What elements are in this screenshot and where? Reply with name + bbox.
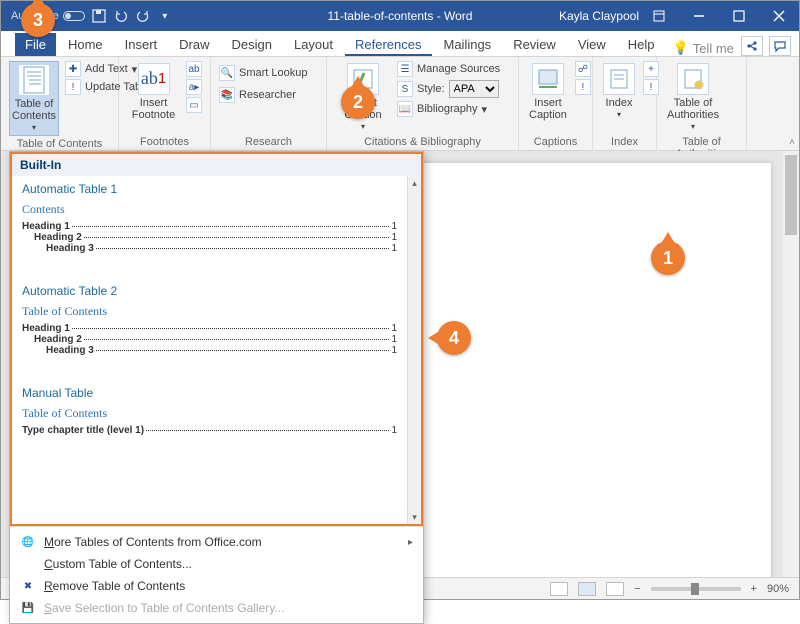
- zoom-out-button[interactable]: −: [634, 583, 640, 595]
- tab-draw[interactable]: Draw: [169, 33, 219, 56]
- group-label: Table of Contents: [9, 136, 110, 150]
- vertical-scrollbar[interactable]: [783, 151, 799, 577]
- gallery-item-auto2[interactable]: Automatic Table 2 Table of Contents Head…: [12, 278, 407, 366]
- minimize-button[interactable]: [679, 1, 719, 31]
- group-label: Captions: [527, 134, 584, 148]
- insert-endnote-button[interactable]: ab: [186, 61, 202, 77]
- table-of-contents-button[interactable]: Table of Contents ▾: [9, 61, 59, 136]
- zoom-slider[interactable]: [651, 587, 741, 591]
- tell-me-search[interactable]: 💡 Tell me: [673, 40, 734, 56]
- toc-gallery-dropdown: Built-In ▴▾ Automatic Table 1 Contents H…: [9, 151, 424, 624]
- document-title: 11-table-of-contents - Word: [328, 9, 473, 23]
- account-name[interactable]: Kayla Claypool: [559, 9, 639, 23]
- gallery-header: Built-In: [10, 152, 423, 176]
- researcher-button[interactable]: 📚Researcher: [219, 87, 307, 103]
- next-footnote-button[interactable]: a▸: [186, 79, 202, 95]
- callout-3: 3: [21, 3, 55, 37]
- tab-mailings[interactable]: Mailings: [434, 33, 502, 56]
- add-text-icon: ✚: [65, 61, 81, 77]
- toc-icon: [18, 64, 50, 96]
- style-icon: S: [397, 81, 413, 97]
- caption-icon: [532, 63, 564, 95]
- tab-layout[interactable]: Layout: [284, 33, 343, 56]
- zoom-in-button[interactable]: +: [751, 583, 757, 595]
- tab-home[interactable]: Home: [58, 33, 113, 56]
- tab-design[interactable]: Design: [222, 33, 282, 56]
- gallery-item-manual[interactable]: Manual Table Table of Contents Type chap…: [12, 380, 407, 446]
- index-icon: [603, 63, 635, 95]
- redo-icon[interactable]: [135, 8, 151, 24]
- citation-style-select[interactable]: SStyle: APA: [397, 80, 500, 98]
- bibliography-icon: 📖: [397, 101, 413, 117]
- tab-references[interactable]: References: [345, 33, 431, 56]
- group-label: Index: [601, 134, 648, 148]
- endnote-icon: ab: [186, 61, 202, 77]
- gallery-item-auto1[interactable]: Automatic Table 1 Contents Heading 11 He…: [12, 176, 407, 264]
- globe-icon: 🌐: [20, 534, 36, 550]
- insert-caption-button[interactable]: Insert Caption: [527, 61, 569, 123]
- show-notes-icon: ▭: [186, 97, 202, 113]
- custom-toc-menuitem[interactable]: Custom Table of Contents...: [10, 553, 423, 575]
- gallery-menu: 🌐More Tables of Contents from Office.com…: [10, 526, 423, 623]
- book-icon: 📚: [219, 87, 235, 103]
- read-mode-icon[interactable]: [550, 582, 568, 596]
- group-label: Footnotes: [127, 134, 202, 148]
- tab-review[interactable]: Review: [503, 33, 566, 56]
- remove-icon: ✖: [20, 578, 36, 594]
- save-gallery-icon: 💾: [20, 600, 36, 616]
- manage-icon: ☰: [397, 61, 413, 77]
- insert-footnote-button[interactable]: ab1 Insert Footnote: [127, 61, 180, 123]
- close-button[interactable]: [759, 1, 799, 31]
- manage-sources-button[interactable]: ☰Manage Sources: [397, 61, 500, 77]
- comments-button[interactable]: [769, 36, 791, 56]
- blank-icon: [20, 556, 36, 572]
- ribbon-tabs: File Home Insert Draw Design Layout Refe…: [1, 31, 799, 57]
- index-button[interactable]: Index▾: [601, 61, 637, 122]
- next-footnote-icon: a▸: [186, 79, 202, 95]
- bibliography-button[interactable]: 📖Bibliography ▾: [397, 101, 500, 117]
- web-layout-icon[interactable]: [606, 582, 624, 596]
- update-caption-icon[interactable]: !: [575, 79, 591, 95]
- share-button[interactable]: [741, 36, 763, 56]
- footnote-icon: ab1: [138, 63, 170, 95]
- qat-more-icon[interactable]: ▾: [157, 8, 173, 24]
- maximize-button[interactable]: [719, 1, 759, 31]
- callout-1: 1: [651, 241, 685, 275]
- ribbon-display-icon[interactable]: [639, 1, 679, 31]
- collapse-ribbon-icon[interactable]: ˄: [789, 137, 795, 148]
- group-label: Citations & Bibliography: [335, 134, 510, 148]
- group-label: Research: [219, 134, 318, 148]
- more-toc-menuitem[interactable]: 🌐More Tables of Contents from Office.com…: [10, 531, 423, 553]
- save-icon[interactable]: [91, 8, 107, 24]
- zoom-level[interactable]: 90%: [767, 583, 789, 595]
- lightbulb-icon: 💡: [673, 40, 689, 56]
- print-layout-icon[interactable]: [578, 582, 596, 596]
- search-icon: 🔍: [219, 65, 235, 81]
- undo-icon[interactable]: [113, 8, 129, 24]
- remove-toc-menuitem[interactable]: ✖Remove Table of Contents: [10, 575, 423, 597]
- callout-2: 2: [341, 85, 375, 119]
- save-selection-menuitem: 💾Save Selection to Table of Contents Gal…: [10, 597, 423, 619]
- ribbon: Table of Contents ▾ ✚Add Text ▾ !Update …: [1, 57, 799, 151]
- tab-view[interactable]: View: [568, 33, 616, 56]
- show-notes-button[interactable]: ▭: [186, 97, 202, 113]
- update-icon: !: [65, 79, 81, 95]
- cross-ref-icon[interactable]: ☍: [575, 61, 591, 77]
- gallery-scrollbar[interactable]: ▴▾: [407, 176, 421, 524]
- toggle-off-icon: [63, 11, 85, 21]
- callout-4: 4: [437, 321, 471, 355]
- smart-lookup-button[interactable]: 🔍Smart Lookup: [219, 65, 307, 81]
- toa-icon: [677, 63, 709, 95]
- tab-insert[interactable]: Insert: [115, 33, 168, 56]
- title-bar: AutoSave ▾ 11-table-of-contents - Word K…: [1, 1, 799, 31]
- table-of-authorities-button[interactable]: Table of Authorities▾: [665, 61, 721, 134]
- tab-help[interactable]: Help: [618, 33, 665, 56]
